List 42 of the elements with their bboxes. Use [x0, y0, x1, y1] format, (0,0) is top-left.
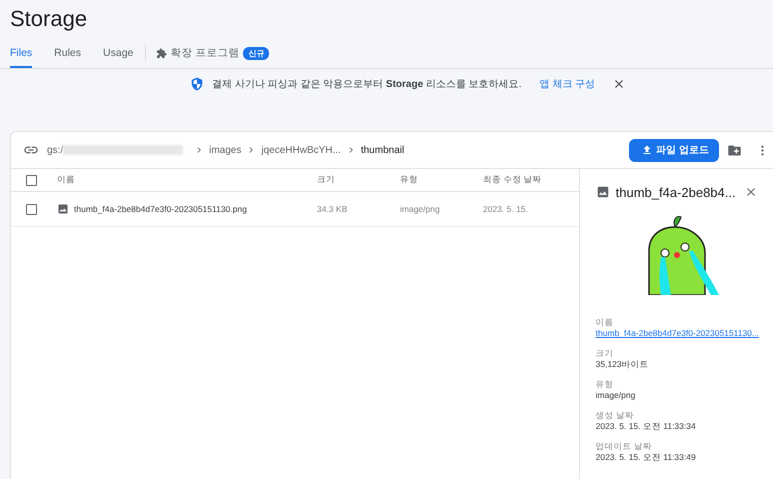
select-all-checkbox[interactable]	[26, 174, 37, 186]
file-name[interactable]: thumb_f4a-2be8b4d7e3f0-202305151130.png	[74, 204, 247, 214]
field-label: 유형	[596, 379, 615, 390]
bucket-path[interactable]: gs:/	[47, 144, 64, 156]
table-cell-text: image/png	[400, 204, 441, 214]
field-label: 이름	[596, 317, 615, 328]
field-value: image/png	[596, 390, 636, 401]
puzzle-icon	[156, 48, 168, 58]
column-header: 이름	[57, 174, 76, 186]
close-icon[interactable]	[613, 78, 626, 90]
breadcrumb-item[interactable]: jqeceHHwBcYH...	[261, 144, 341, 156]
table-cell-text: 34.3 KB	[317, 204, 348, 214]
app-check-link[interactable]: 앱 체크 구성	[539, 77, 596, 91]
field-value: 2023. 5. 15. 오전 11:33:49	[596, 452, 697, 463]
image-icon	[596, 185, 610, 199]
shield-icon	[190, 77, 204, 91]
field-value: 35,123바이트	[596, 359, 650, 370]
field-label: 크기	[596, 348, 615, 359]
new-badge: 신규	[243, 46, 270, 60]
tab[interactable]: Usage	[103, 38, 134, 68]
panel-title: thumb_f4a-2be8b4...	[616, 184, 737, 200]
banner-message: 결제 사기나 피싱과 같은 악용으로부터 Storage 리소스를 보호하세요.	[212, 78, 522, 91]
close-icon[interactable]	[745, 186, 757, 198]
field-value: 2023. 5. 15. 오전 11:33:34	[596, 421, 697, 432]
extensions-tab[interactable]: 확장 프로그램	[170, 38, 240, 68]
file-name-link[interactable]: thumb_f4a-2be8b4d7e3f0-202305151130...	[596, 328, 759, 339]
page-title: Storage	[9, 5, 88, 33]
column-header: 유형	[400, 174, 419, 186]
table-cell: 2023. 5. 15.	[483, 204, 528, 214]
tab[interactable]: Rules	[54, 38, 82, 68]
row-checkbox[interactable]	[26, 204, 37, 214]
field-label: 생성 날짜	[596, 410, 635, 421]
new-folder-icon[interactable]	[727, 142, 742, 158]
column-header: 크기	[317, 174, 336, 186]
field-label: 업데이트 날짜	[596, 441, 653, 452]
breadcrumb-item[interactable]: thumbnail	[360, 144, 404, 156]
upload-icon	[641, 144, 654, 156]
breadcrumb-item[interactable]: images	[209, 144, 242, 156]
tab[interactable]: Files	[10, 38, 32, 68]
upload-button[interactable]: 파일 업로드	[629, 138, 719, 162]
image-icon	[57, 203, 69, 215]
column-header: 최종 수정 날짜	[483, 174, 542, 186]
